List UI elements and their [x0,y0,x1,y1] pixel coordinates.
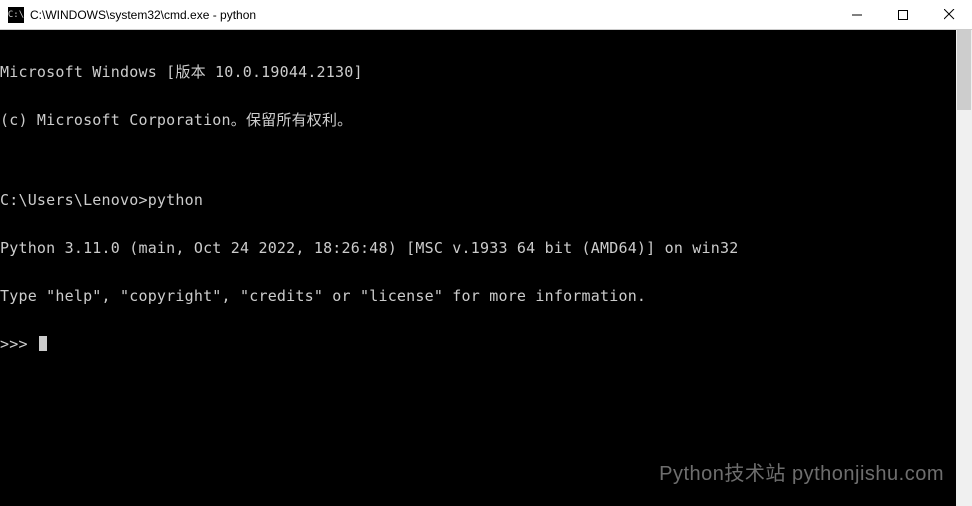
close-icon [944,9,955,20]
window-title: C:\WINDOWS\system32\cmd.exe - python [30,8,834,22]
minimize-button[interactable] [834,0,880,29]
terminal-line: Python 3.11.0 (main, Oct 24 2022, 18:26:… [0,240,956,256]
window-titlebar: C:\ C:\WINDOWS\system32\cmd.exe - python [0,0,972,30]
terminal-line: C:\Users\Lenovo>python [0,192,956,208]
terminal-content[interactable]: Microsoft Windows [版本 10.0.19044.2130] (… [0,30,956,506]
cmd-icon: C:\ [8,7,24,23]
terminal-line: Microsoft Windows [版本 10.0.19044.2130] [0,64,956,80]
minimize-icon [852,10,862,20]
terminal-line: Type "help", "copyright", "credits" or "… [0,288,956,304]
python-prompt-row: >>> [0,336,956,352]
close-button[interactable] [926,0,972,29]
vertical-scrollbar[interactable] [956,30,972,506]
window-controls [834,0,972,29]
maximize-icon [898,10,908,20]
python-prompt: >>> [0,336,37,352]
cursor [39,336,47,351]
scrollbar-thumb[interactable] [957,30,971,110]
terminal-line: (c) Microsoft Corporation。保留所有权利。 [0,112,956,128]
maximize-button[interactable] [880,0,926,29]
terminal-area: Microsoft Windows [版本 10.0.19044.2130] (… [0,30,972,506]
